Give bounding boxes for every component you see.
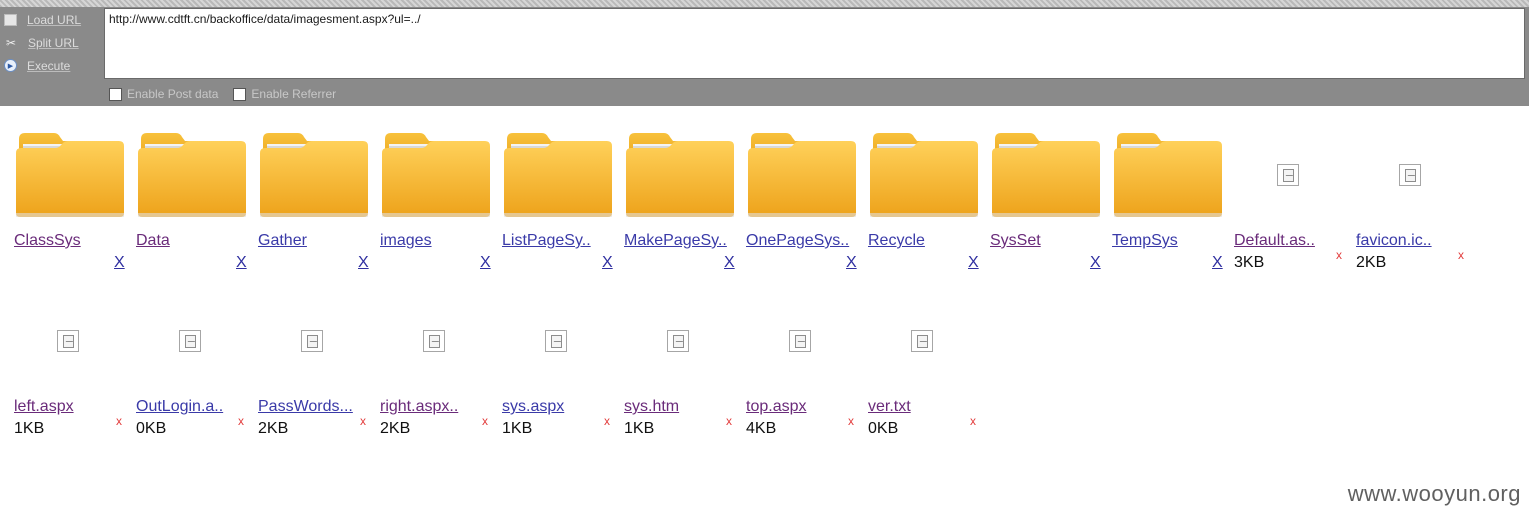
folder-icon[interactable] [260, 133, 368, 217]
file-item: favicon.ic.. 2KB x [1342, 106, 1464, 272]
load-url-button[interactable]: Load URL [0, 8, 102, 31]
broken-image-icon[interactable] [57, 330, 79, 352]
file-name-link[interactable]: PassWords... [258, 398, 353, 416]
execute-label: Execute [27, 58, 71, 73]
file-item: sys.htm 1KB x [610, 272, 732, 438]
file-item: ver.txt 0KB x [854, 272, 976, 438]
folder-name-link[interactable]: Recycle [868, 232, 925, 250]
broken-image-icon[interactable] [1277, 164, 1299, 186]
load-url-label: Load URL [27, 12, 82, 27]
folder-name-link[interactable]: OnePageSys.. [746, 232, 849, 250]
delete-file-link[interactable]: x [970, 414, 976, 428]
file-name-link[interactable]: left.aspx [14, 398, 74, 416]
enable-post-label: Enable Post data [127, 87, 219, 101]
folder-item: Recycle X [854, 106, 979, 272]
broken-image-icon[interactable] [911, 330, 933, 352]
watermark: www.wooyun.org [1347, 481, 1521, 506]
folder-name-link[interactable]: TempSys [1112, 232, 1178, 250]
folder-item: Data X [122, 106, 247, 272]
folder-item: Gather X [244, 106, 369, 272]
folder-name-link[interactable]: Gather [258, 232, 307, 250]
scissors-icon: ✂ [5, 35, 17, 50]
folder-name-link[interactable]: ListPageSy.. [502, 232, 591, 250]
file-size: 0KB [868, 420, 899, 437]
broken-image-icon[interactable] [423, 330, 445, 352]
enable-post-option[interactable]: Enable Post data [109, 87, 218, 101]
hackbar-toolbar: Load URL ✂ Split URL ▶ Execute http://ww… [0, 0, 1529, 106]
file-name-link[interactable]: ver.txt [868, 398, 911, 416]
folder-icon[interactable] [626, 133, 734, 217]
broken-image-icon[interactable] [667, 330, 689, 352]
folder-name-link[interactable]: images [380, 232, 432, 250]
options-row: Enable Post data Enable Referrer [109, 87, 351, 101]
folder-item: SysSet X [976, 106, 1101, 272]
file-item: right.aspx.. 2KB x [366, 272, 488, 438]
broken-image-icon[interactable] [545, 330, 567, 352]
split-url-button[interactable]: ✂ Split URL [0, 31, 102, 54]
enable-referrer-label: Enable Referrer [251, 87, 337, 101]
folder-item: TempSys X [1098, 106, 1223, 272]
file-size: 2KB [1356, 254, 1387, 271]
file-size: 3KB [1234, 254, 1265, 271]
enable-referrer-option[interactable]: Enable Referrer [233, 87, 336, 101]
folder-icon[interactable] [504, 133, 612, 217]
file-size: 0KB [136, 420, 167, 437]
file-name-link[interactable]: sys.htm [624, 398, 679, 416]
file-name-link[interactable]: Default.as.. [1234, 232, 1315, 250]
file-size: 4KB [746, 420, 777, 437]
folder-icon[interactable] [870, 133, 978, 217]
folder-icon[interactable] [1114, 133, 1222, 217]
toolbar-actions: Load URL ✂ Split URL ▶ Execute [0, 8, 102, 77]
folder-name-link[interactable]: Data [136, 232, 170, 250]
delete-file-link[interactable]: x [1458, 248, 1464, 262]
file-size: 1KB [624, 420, 655, 437]
folder-name-link[interactable]: SysSet [990, 232, 1041, 250]
folder-item: ListPageSy.. X [488, 106, 613, 272]
file-size: 1KB [502, 420, 533, 437]
folder-icon[interactable] [16, 133, 124, 217]
file-item: left.aspx 1KB x [0, 272, 122, 438]
broken-image-icon[interactable] [789, 330, 811, 352]
load-url-icon [4, 13, 17, 26]
file-item: sys.aspx 1KB x [488, 272, 610, 438]
split-url-label: Split URL [28, 35, 79, 50]
file-name-link[interactable]: sys.aspx [502, 398, 564, 416]
folder-item: MakePageSy.. X [610, 106, 735, 272]
file-name-link[interactable]: OutLogin.a.. [136, 398, 223, 416]
broken-image-icon[interactable] [301, 330, 323, 352]
folder-icon[interactable] [382, 133, 490, 217]
folder-name-link[interactable]: ClassSys [14, 232, 81, 250]
folder-icon[interactable] [138, 133, 246, 217]
broken-image-icon[interactable] [1399, 164, 1421, 186]
play-icon: ▶ [4, 59, 17, 72]
enable-post-checkbox[interactable] [109, 87, 122, 101]
file-item: OutLogin.a.. 0KB x [122, 272, 244, 438]
file-item: Default.as.. 3KB x [1220, 106, 1342, 272]
folder-item: images X [366, 106, 491, 272]
file-size: 2KB [258, 420, 289, 437]
folder-item: OnePageSys.. X [732, 106, 857, 272]
folder-icon[interactable] [992, 133, 1100, 217]
file-size: 1KB [14, 420, 45, 437]
file-item: PassWords... 2KB x [244, 272, 366, 438]
folder-name-link[interactable]: MakePageSy.. [624, 232, 727, 250]
execute-button[interactable]: ▶ Execute [0, 54, 102, 77]
file-name-link[interactable]: top.aspx [746, 398, 806, 416]
file-size: 2KB [380, 420, 411, 437]
url-input[interactable]: http://www.cdtft.cn/backoffice/data/imag… [104, 8, 1525, 79]
file-item: top.aspx 4KB x [732, 272, 854, 438]
folder-icon[interactable] [748, 133, 856, 217]
broken-image-icon[interactable] [179, 330, 201, 352]
enable-referrer-checkbox[interactable] [233, 87, 247, 101]
file-name-link[interactable]: favicon.ic.. [1356, 232, 1432, 250]
folder-item: ClassSys X [0, 106, 125, 272]
toolbar-stripe [0, 0, 1529, 7]
file-name-link[interactable]: right.aspx.. [380, 398, 458, 416]
